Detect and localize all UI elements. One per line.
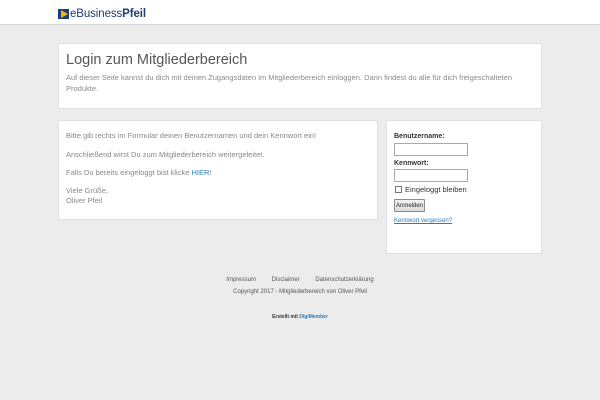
username-input[interactable] — [394, 143, 468, 156]
footer-link-disclaimer[interactable]: Disclaimer — [272, 277, 300, 283]
footer-link-impressum[interactable]: Impressum — [226, 277, 256, 283]
info-already-logged-in: Falls Du bereits eingeloggt bist klicke … — [66, 168, 212, 177]
info-redirect-note: Anschließend wirst Du zum Mitgliederbere… — [66, 150, 265, 159]
logo-arrow-icon — [58, 9, 69, 19]
username-label: Benutzername: — [394, 133, 445, 140]
forgot-password-link[interactable]: Kennwort vergessen? — [394, 218, 452, 224]
digimember-link[interactable]: DigiMember — [299, 314, 328, 320]
remember-checkbox[interactable] — [395, 186, 402, 193]
copyright-text: Copyright 2017 - Mitgliederbereich von O… — [233, 289, 367, 295]
top-header: eBusinessPfeil — [0, 0, 600, 25]
remember-label[interactable]: Eingeloggt bleiben — [405, 185, 467, 194]
footer-nav: Impressum Disclaimer Datenschutzerklärun… — [0, 277, 600, 283]
footer-link-privacy[interactable]: Datenschutzerklärung — [315, 277, 373, 283]
intro-panel: Login zum Mitgliederbereich Auf dieser S… — [58, 43, 542, 109]
password-input[interactable] — [394, 169, 468, 182]
login-form: Benutzername: Kennwort: Eingeloggt bleib… — [386, 120, 542, 254]
here-link[interactable]: HIER — [191, 168, 209, 177]
info-panel: Bitte gib rechts im Formular deinen Benu… — [58, 120, 378, 220]
page-title: Login zum Mitgliederbereich — [66, 52, 248, 68]
page-description: Auf dieser Seite kannst du dich mit dein… — [66, 73, 513, 93]
password-label: Kennwort: — [394, 160, 429, 167]
logo-text: eBusinessPfeil — [70, 8, 146, 20]
info-instruction: Bitte gib rechts im Formular deinen Benu… — [66, 131, 317, 140]
info-signature: Oliver Pfeil — [66, 196, 103, 205]
created-with: Erstellt mit DigiMember — [272, 314, 328, 320]
login-button[interactable]: Anmelden — [394, 199, 425, 212]
site-logo[interactable]: eBusinessPfeil — [58, 8, 146, 20]
